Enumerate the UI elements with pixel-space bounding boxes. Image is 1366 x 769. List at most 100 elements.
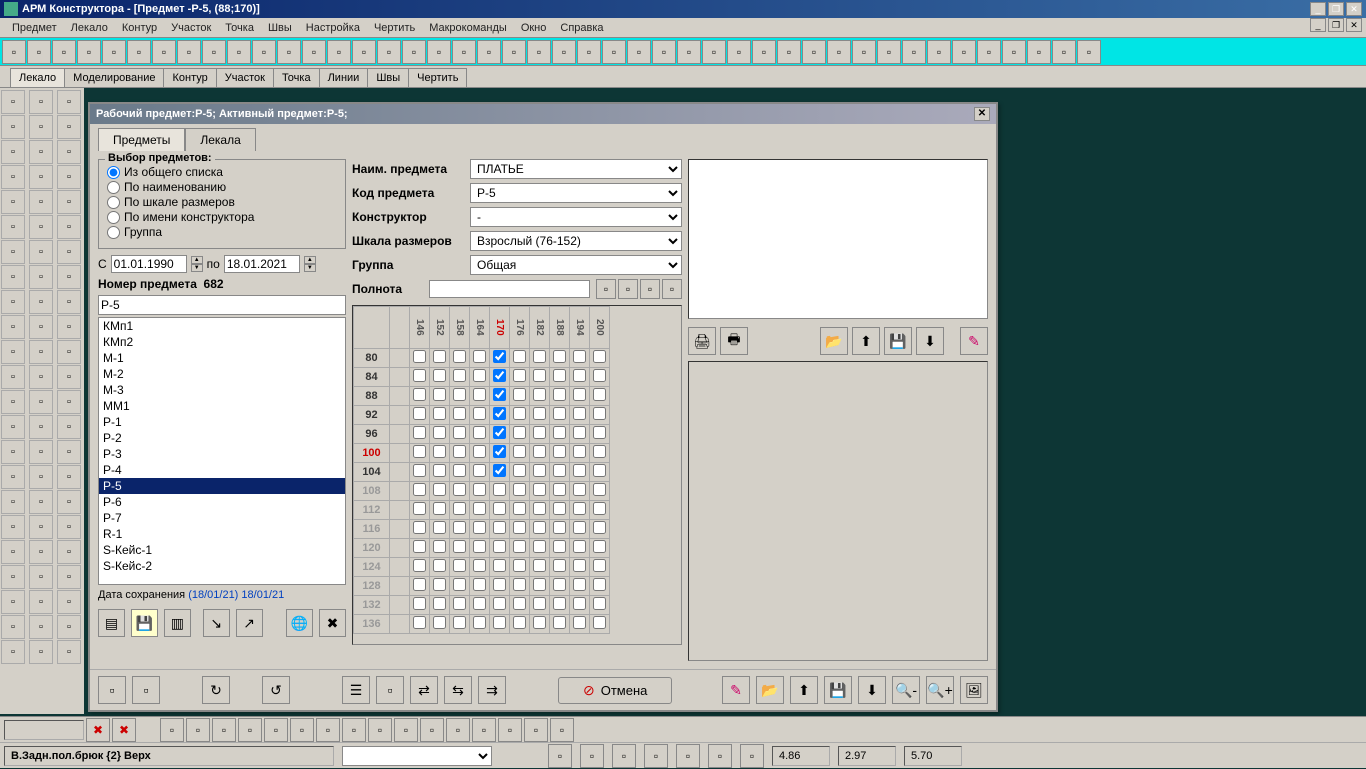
size-cell[interactable] bbox=[573, 521, 586, 534]
bottom-btn-5[interactable]: ▫ bbox=[376, 676, 404, 704]
size-cell[interactable] bbox=[493, 502, 506, 515]
vtool-2-5[interactable]: ▫ bbox=[57, 215, 81, 239]
list-item[interactable]: Р-4 bbox=[99, 462, 345, 478]
size-cell[interactable] bbox=[593, 521, 606, 534]
vtool-1-3[interactable]: ▫ bbox=[29, 165, 53, 189]
size-cell[interactable] bbox=[533, 350, 546, 363]
fullness-btn-4[interactable]: ▫ bbox=[662, 279, 682, 299]
size-cell[interactable] bbox=[593, 540, 606, 553]
size-cell[interactable] bbox=[493, 369, 506, 382]
size-cell[interactable] bbox=[433, 521, 446, 534]
toolbar-btn-41[interactable]: ▫ bbox=[1027, 40, 1051, 64]
vtool-2-20[interactable]: ▫ bbox=[57, 590, 81, 614]
toolbar-btn-17[interactable]: ▫ bbox=[427, 40, 451, 64]
vtool-0-0[interactable]: ▫ bbox=[1, 90, 25, 114]
vtool-1-8[interactable]: ▫ bbox=[29, 290, 53, 314]
vtool-0-21[interactable]: ▫ bbox=[1, 615, 25, 639]
vtool-0-10[interactable]: ▫ bbox=[1, 340, 25, 364]
vtool-1-21[interactable]: ▫ bbox=[29, 615, 53, 639]
size-cell[interactable] bbox=[413, 426, 426, 439]
tab-tochka[interactable]: Точка bbox=[273, 68, 320, 87]
size-cell[interactable] bbox=[573, 445, 586, 458]
vtool-1-19[interactable]: ▫ bbox=[29, 565, 53, 589]
size-cell[interactable] bbox=[533, 407, 546, 420]
radio-by-name[interactable] bbox=[107, 181, 120, 194]
tab-uchastok[interactable]: Участок bbox=[216, 68, 274, 87]
search-input[interactable] bbox=[98, 295, 346, 315]
toolbar-btn-24[interactable]: ▫ bbox=[602, 40, 626, 64]
toolbar-btn-6[interactable]: ▫ bbox=[152, 40, 176, 64]
size-cell[interactable] bbox=[493, 426, 506, 439]
size-cell[interactable] bbox=[533, 445, 546, 458]
size-cell[interactable] bbox=[593, 483, 606, 496]
size-cell[interactable] bbox=[513, 350, 526, 363]
size-cell[interactable] bbox=[513, 445, 526, 458]
vtool-2-22[interactable]: ▫ bbox=[57, 640, 81, 664]
vtool-1-18[interactable]: ▫ bbox=[29, 540, 53, 564]
list-item[interactable]: М-3 bbox=[99, 382, 345, 398]
size-cell[interactable] bbox=[573, 502, 586, 515]
toolbar-btn-35[interactable]: ▫ bbox=[877, 40, 901, 64]
download-button[interactable]: ⬇ bbox=[916, 327, 944, 355]
list-item[interactable]: Р-1 bbox=[99, 414, 345, 430]
vtool-0-9[interactable]: ▫ bbox=[1, 315, 25, 339]
size-cell[interactable] bbox=[553, 483, 566, 496]
size-cell[interactable] bbox=[433, 350, 446, 363]
size-cell[interactable] bbox=[573, 616, 586, 629]
size-cell[interactable] bbox=[433, 616, 446, 629]
vtool-0-19[interactable]: ▫ bbox=[1, 565, 25, 589]
size-cell[interactable] bbox=[573, 540, 586, 553]
list-item[interactable]: R-1 bbox=[99, 526, 345, 542]
toolbar-btn-2[interactable]: ▫ bbox=[52, 40, 76, 64]
field-group-select[interactable]: Общая bbox=[470, 255, 682, 275]
status-nav-5[interactable]: ▫ bbox=[708, 744, 732, 768]
size-cell[interactable] bbox=[453, 559, 466, 572]
size-cell[interactable] bbox=[593, 350, 606, 363]
date-to-input[interactable] bbox=[224, 255, 300, 273]
size-cell[interactable] bbox=[593, 464, 606, 477]
radio-all-list[interactable] bbox=[107, 166, 120, 179]
toolbar-btn-12[interactable]: ▫ bbox=[302, 40, 326, 64]
size-cell[interactable] bbox=[453, 540, 466, 553]
date-from-down[interactable]: ▼ bbox=[191, 264, 203, 272]
vtool-0-14[interactable]: ▫ bbox=[1, 440, 25, 464]
toolbar-btn-16[interactable]: ▫ bbox=[402, 40, 426, 64]
size-cell[interactable] bbox=[453, 426, 466, 439]
toolbar-btn-38[interactable]: ▫ bbox=[952, 40, 976, 64]
toolbar-btn-36[interactable]: ▫ bbox=[902, 40, 926, 64]
vtool-0-20[interactable]: ▫ bbox=[1, 590, 25, 614]
size-cell[interactable] bbox=[473, 483, 486, 496]
bottom-zoom-out[interactable]: 🔍- bbox=[892, 676, 920, 704]
status-tool-2[interactable]: ▫ bbox=[212, 718, 236, 742]
save-button[interactable]: 💾 bbox=[884, 327, 912, 355]
date-from-up[interactable]: ▲ bbox=[191, 256, 203, 264]
vtool-2-4[interactable]: ▫ bbox=[57, 190, 81, 214]
vtool-2-6[interactable]: ▫ bbox=[57, 240, 81, 264]
size-cell[interactable] bbox=[493, 616, 506, 629]
bottom-btn-7[interactable]: ⇆ bbox=[444, 676, 472, 704]
size-cell[interactable] bbox=[473, 350, 486, 363]
size-cell[interactable] bbox=[573, 350, 586, 363]
list-item[interactable]: КМп2 bbox=[99, 334, 345, 350]
size-cell[interactable] bbox=[413, 521, 426, 534]
size-cell[interactable] bbox=[413, 616, 426, 629]
list-btn-del[interactable]: ✖ bbox=[319, 609, 346, 637]
size-cell[interactable] bbox=[433, 559, 446, 572]
size-cell[interactable] bbox=[533, 597, 546, 610]
menu-shvy[interactable]: Швы bbox=[262, 20, 298, 36]
toolbar-btn-1[interactable]: ▫ bbox=[27, 40, 51, 64]
menu-predmet[interactable]: Предмет bbox=[6, 20, 63, 36]
vtool-1-17[interactable]: ▫ bbox=[29, 515, 53, 539]
vtool-2-8[interactable]: ▫ bbox=[57, 290, 81, 314]
menu-tochka[interactable]: Точка bbox=[219, 20, 260, 36]
vtool-2-19[interactable]: ▫ bbox=[57, 565, 81, 589]
size-cell[interactable] bbox=[553, 502, 566, 515]
size-cell[interactable] bbox=[533, 616, 546, 629]
toolbar-btn-25[interactable]: ▫ bbox=[627, 40, 651, 64]
vtool-1-22[interactable]: ▫ bbox=[29, 640, 53, 664]
size-cell[interactable] bbox=[473, 521, 486, 534]
menu-macro[interactable]: Макрокоманды bbox=[423, 20, 513, 36]
status-tool-15[interactable]: ▫ bbox=[550, 718, 574, 742]
size-cell[interactable] bbox=[553, 616, 566, 629]
size-cell[interactable] bbox=[473, 388, 486, 401]
